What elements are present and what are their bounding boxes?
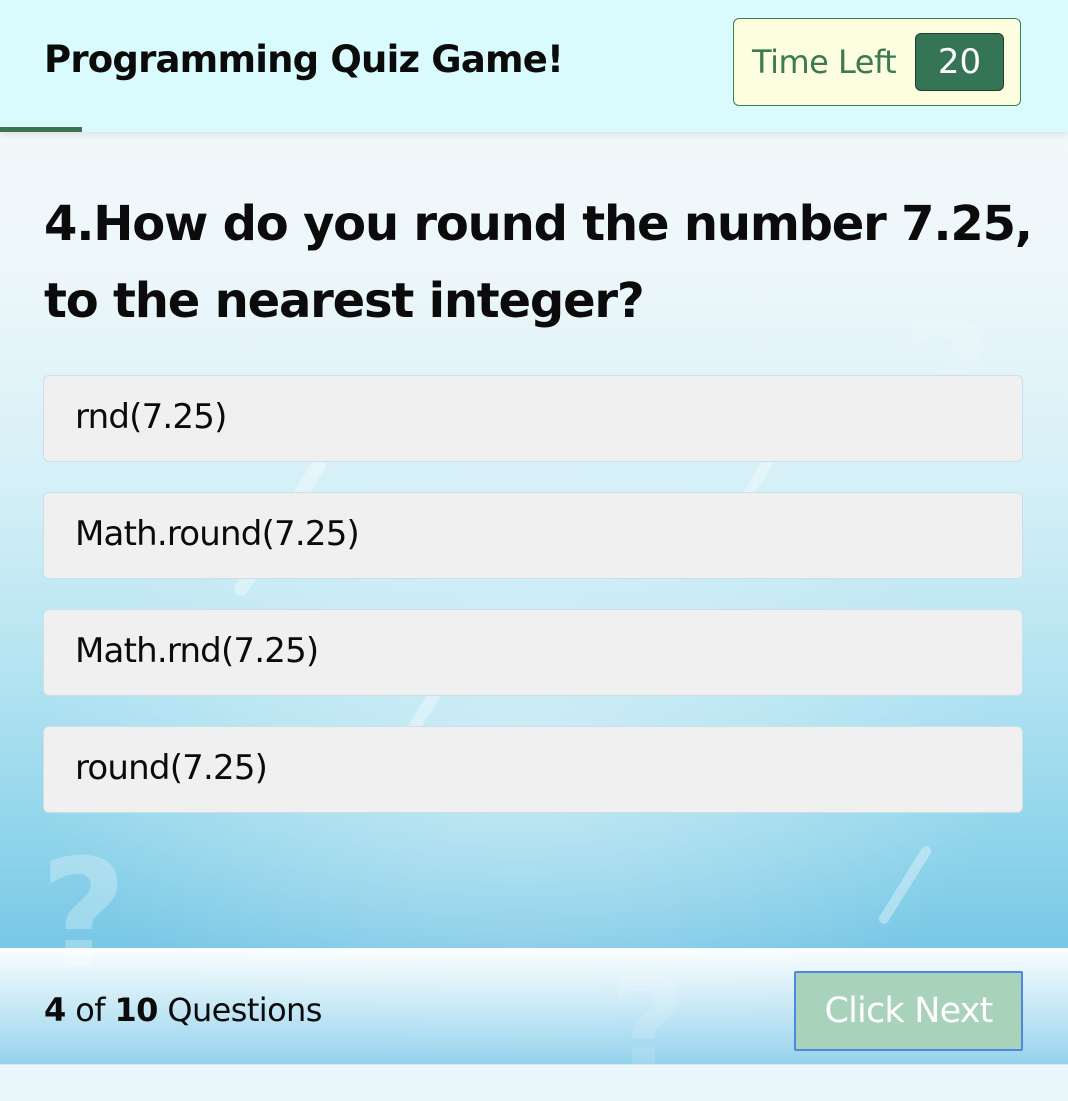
timer-label: Time Left [752,43,897,81]
progress-bar-fill [0,127,83,132]
current-question-number: 4 [44,991,66,1029]
answer-option-label: Math.round(7.25) [75,514,360,554]
footer-bar: 4 of 10 Questions Click Next [0,948,1068,1065]
answer-option[interactable]: round(7.25) [43,726,1023,813]
counter-questions-text: Questions [167,991,322,1029]
next-button[interactable]: Click Next [794,971,1023,1051]
answer-option-label: round(7.25) [75,748,268,788]
progress-bar [0,127,1068,132]
header-bar: Programming Quiz Game! Time Left 20 [0,0,1068,132]
answer-option[interactable]: Math.round(7.25) [43,492,1023,579]
question-counter: 4 of 10 Questions [44,991,322,1029]
timer-count: 20 [915,33,1004,91]
answer-option[interactable]: Math.rnd(7.25) [43,609,1023,696]
total-question-count: 10 [114,991,158,1029]
question-text: 4.How do you round the number 7.25, to t… [44,196,1033,329]
answer-option-label: rnd(7.25) [75,397,227,437]
light-streak-decoration [876,844,934,926]
answer-option-label: Math.rnd(7.25) [75,631,319,671]
timer-box: Time Left 20 [733,18,1021,106]
page-title: Programming Quiz Game! [44,38,564,81]
answer-option[interactable]: rnd(7.25) [43,375,1023,462]
counter-of-text: of [75,991,105,1029]
